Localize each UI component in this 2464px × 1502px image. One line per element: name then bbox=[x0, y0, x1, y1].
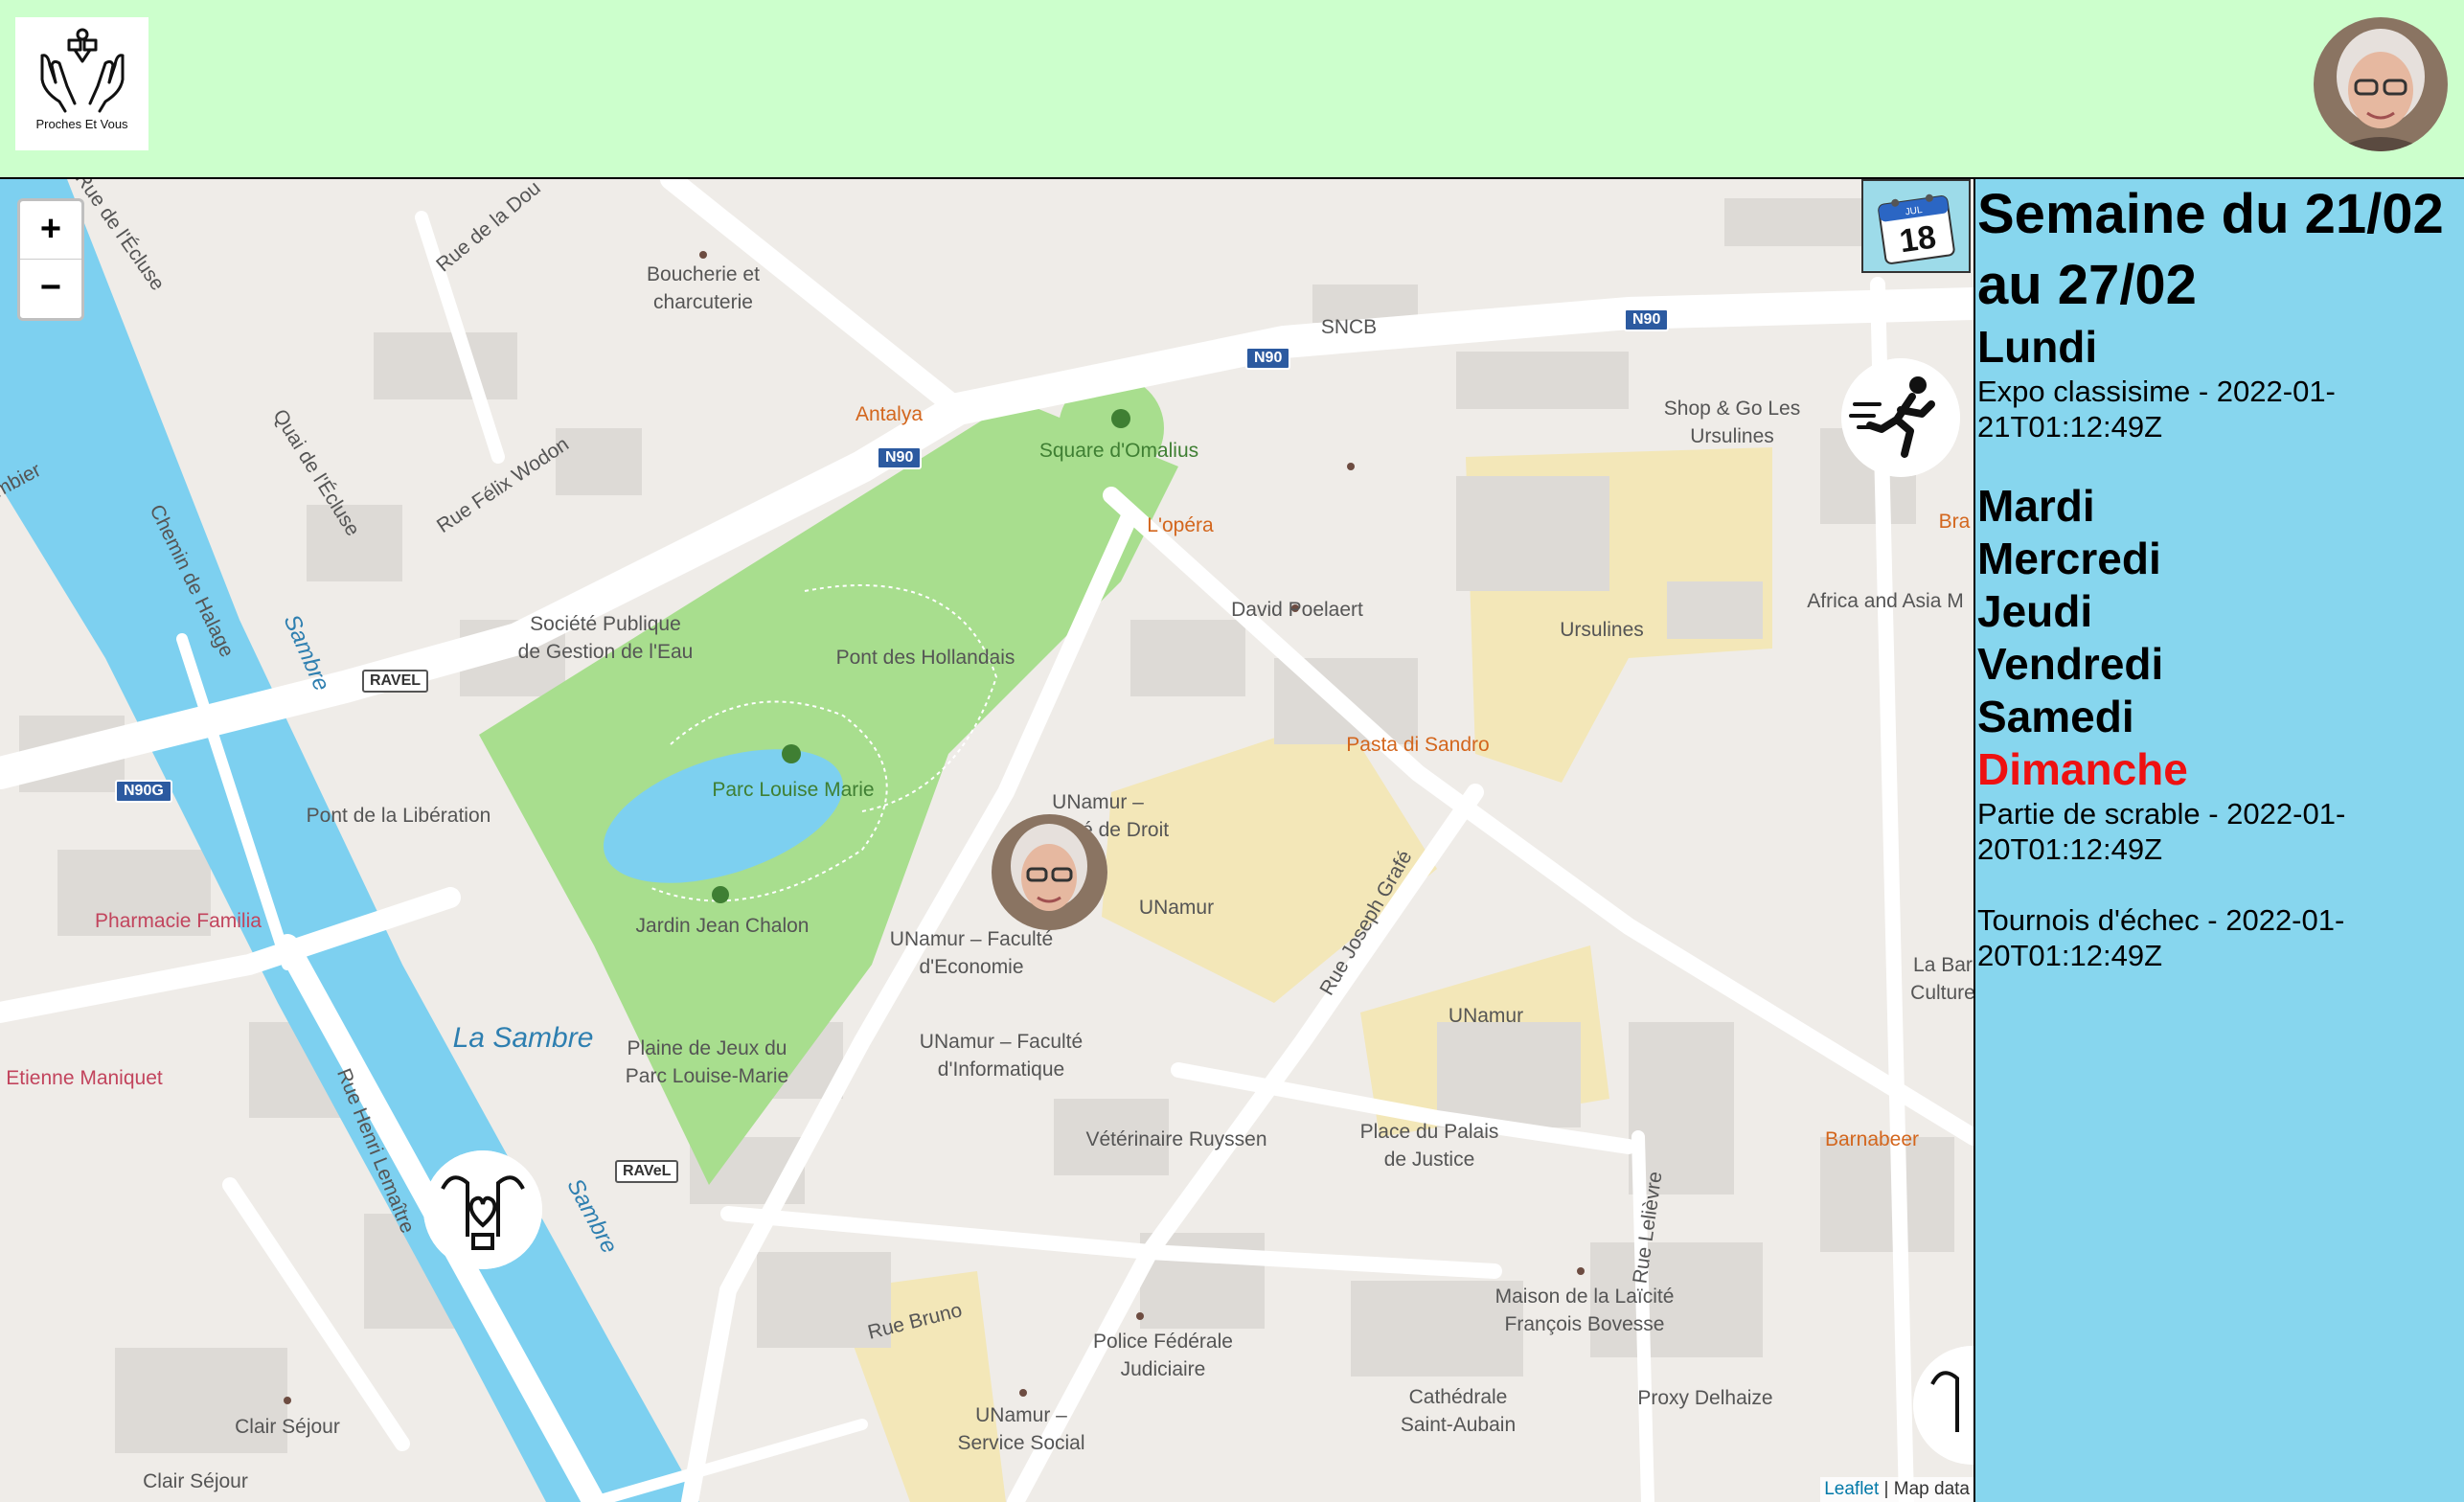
app-header: Proches Et Vous bbox=[0, 0, 2464, 179]
map-label-pharmacie: Pharmacie Familia bbox=[95, 910, 262, 932]
map-label-brasserie: Bra bbox=[1938, 511, 1971, 533]
agenda-event[interactable]: Partie de scrable - 2022-01-20T01:12:49Z bbox=[1977, 796, 2464, 867]
day-sunday: Dimanche Partie de scrable - 2022-01-20T… bbox=[1977, 743, 2464, 973]
map-label-clair-sejour: Clair Séjour bbox=[143, 1470, 248, 1492]
calendar-icon: JUL 18 bbox=[1878, 193, 1955, 264]
map-label-unamur-informatique: UNamur – Faculté d'Informatique bbox=[919, 1031, 1084, 1081]
activity-marker-community[interactable] bbox=[423, 1150, 542, 1269]
map-label-unamur-service-social: UNamur – Service Social bbox=[957, 1404, 1085, 1454]
road-badge-n90g: N90G bbox=[115, 780, 172, 803]
activity-marker-running[interactable] bbox=[1841, 358, 1960, 477]
day-name: Lundi bbox=[1977, 322, 2098, 372]
day-name: Samedi bbox=[1977, 692, 2134, 741]
ravel-badge: RAVEL bbox=[362, 670, 429, 693]
svg-text:18: 18 bbox=[1897, 218, 1938, 260]
map-label-antalya: Antalya bbox=[855, 403, 924, 425]
day-name: Mardi bbox=[1977, 481, 2095, 531]
map-label-la-bar-culture: La Bar Culture bbox=[1910, 954, 1973, 1004]
map-label-sncb: SNCB bbox=[1320, 316, 1378, 338]
agenda-event[interactable]: Tournois d'échec - 2022-01-20T01:12:49Z bbox=[1977, 902, 2464, 973]
ravel-badge: RAVeL bbox=[615, 1160, 679, 1183]
map-label-clair-sejour: Clair Séjour bbox=[235, 1416, 340, 1438]
elderly-woman-avatar bbox=[2314, 17, 2448, 151]
leaflet-link[interactable]: Leaflet bbox=[1824, 1479, 1879, 1499]
road-badge-n90: N90 bbox=[877, 446, 923, 469]
map-label-pasta-sandro: Pasta di Sandro bbox=[1346, 734, 1490, 756]
map-view[interactable]: N90 N90 N90 N90G RAVEL RAVeL Boucherie e… bbox=[0, 179, 1973, 1502]
calendar-button[interactable]: JUL 18 bbox=[1861, 179, 1971, 273]
road-badge-n90: N90 bbox=[1624, 308, 1670, 331]
week-title: Semaine du 21/02 au 27/02 bbox=[1977, 183, 2444, 316]
map-label-david-poelaert: David Poelaert bbox=[1231, 599, 1363, 621]
day-name: Mercredi bbox=[1977, 534, 2161, 583]
map-label-societe: Société Publique de Gestion de l'Eau bbox=[517, 613, 694, 663]
day-name: Vendredi bbox=[1977, 639, 2164, 689]
running-person-icon bbox=[1841, 358, 1960, 477]
map-label-parc-louise-marie: Parc Louise Marie bbox=[712, 779, 875, 801]
weekly-agenda-panel: Semaine du 21/02 au 27/02 Lundi Expo cla… bbox=[1973, 179, 2464, 1502]
zoom-control: + − bbox=[17, 198, 84, 321]
user-location-marker[interactable] bbox=[992, 814, 1107, 930]
road-badge-n90: N90 bbox=[1245, 347, 1291, 370]
map-label-unamur: UNamur bbox=[1138, 897, 1215, 919]
map-label-place-palais: Place du Palais de Justice bbox=[1359, 1121, 1499, 1171]
map-label-jardin-chalon: Jardin Jean Chalon bbox=[635, 915, 810, 937]
app-logo[interactable]: Proches Et Vous bbox=[15, 17, 148, 150]
map-label-pont-liberation: Pont de la Libération bbox=[306, 805, 491, 827]
zoom-out-button[interactable]: − bbox=[20, 260, 81, 317]
elderly-woman-avatar bbox=[992, 814, 1107, 930]
map-label-unamur-2: UNamur bbox=[1448, 1005, 1524, 1027]
map-label-etienne-maniquet: Etienne Maniquet bbox=[6, 1067, 163, 1089]
attribution-text: | Map data bbox=[1879, 1479, 1970, 1499]
map-label-shop-go: Shop & Go Les Ursulines bbox=[1663, 398, 1801, 447]
map-label-proxy-delhaize: Proxy Delhaize bbox=[1637, 1387, 1773, 1409]
map-label-pont-hollandais: Pont des Hollandais bbox=[835, 647, 1015, 669]
map-label-opera: L'opéra bbox=[1147, 514, 1214, 536]
map-label-boucherie: Boucherie et charcuterie bbox=[647, 263, 760, 313]
map-tiles bbox=[0, 179, 1973, 1502]
map-label-africa-asia: Africa and Asia M bbox=[1807, 590, 1964, 612]
day-name-today: Dimanche bbox=[1977, 744, 2188, 794]
map-label-veterinaire: Vétérinaire Ruyssen bbox=[1085, 1128, 1267, 1150]
map-label-police-federale: Police Fédérale Judiciaire bbox=[1093, 1331, 1233, 1380]
map-label-cathedrale: Cathédrale Saint-Aubain bbox=[1400, 1386, 1517, 1436]
zoom-in-button[interactable]: + bbox=[20, 201, 81, 260]
map-label-barnabeer: Barnabeer bbox=[1824, 1128, 1920, 1150]
day-monday: Lundi Expo classisime - 2022-01-21T01:12… bbox=[1977, 321, 2464, 444]
logo-text: Proches Et Vous bbox=[35, 117, 128, 131]
caring-hands-icon bbox=[40, 28, 125, 113]
day-name: Jeudi bbox=[1977, 586, 2093, 636]
map-label-maison-laicite: Maison de la Laïcité François Bovesse bbox=[1494, 1286, 1675, 1335]
map-attribution: Leaflet | Map data bbox=[1820, 1477, 1973, 1502]
user-avatar[interactable] bbox=[2314, 17, 2448, 151]
map-label-unamur-economie: UNamur – Faculté d'Economie bbox=[889, 928, 1054, 978]
hands-heart-icon bbox=[423, 1150, 542, 1269]
agenda-event[interactable]: Expo classisime - 2022-01-21T01:12:49Z bbox=[1977, 374, 2464, 444]
map-label-plaine-jeux: Plaine de Jeux du Parc Louise-Marie bbox=[625, 1037, 789, 1087]
map-label-ursulines: Ursulines bbox=[1560, 619, 1644, 641]
map-label-square-omalius: Square d'Omalius bbox=[1038, 440, 1199, 462]
map-label-la-sambre: La Sambre bbox=[452, 1022, 594, 1054]
